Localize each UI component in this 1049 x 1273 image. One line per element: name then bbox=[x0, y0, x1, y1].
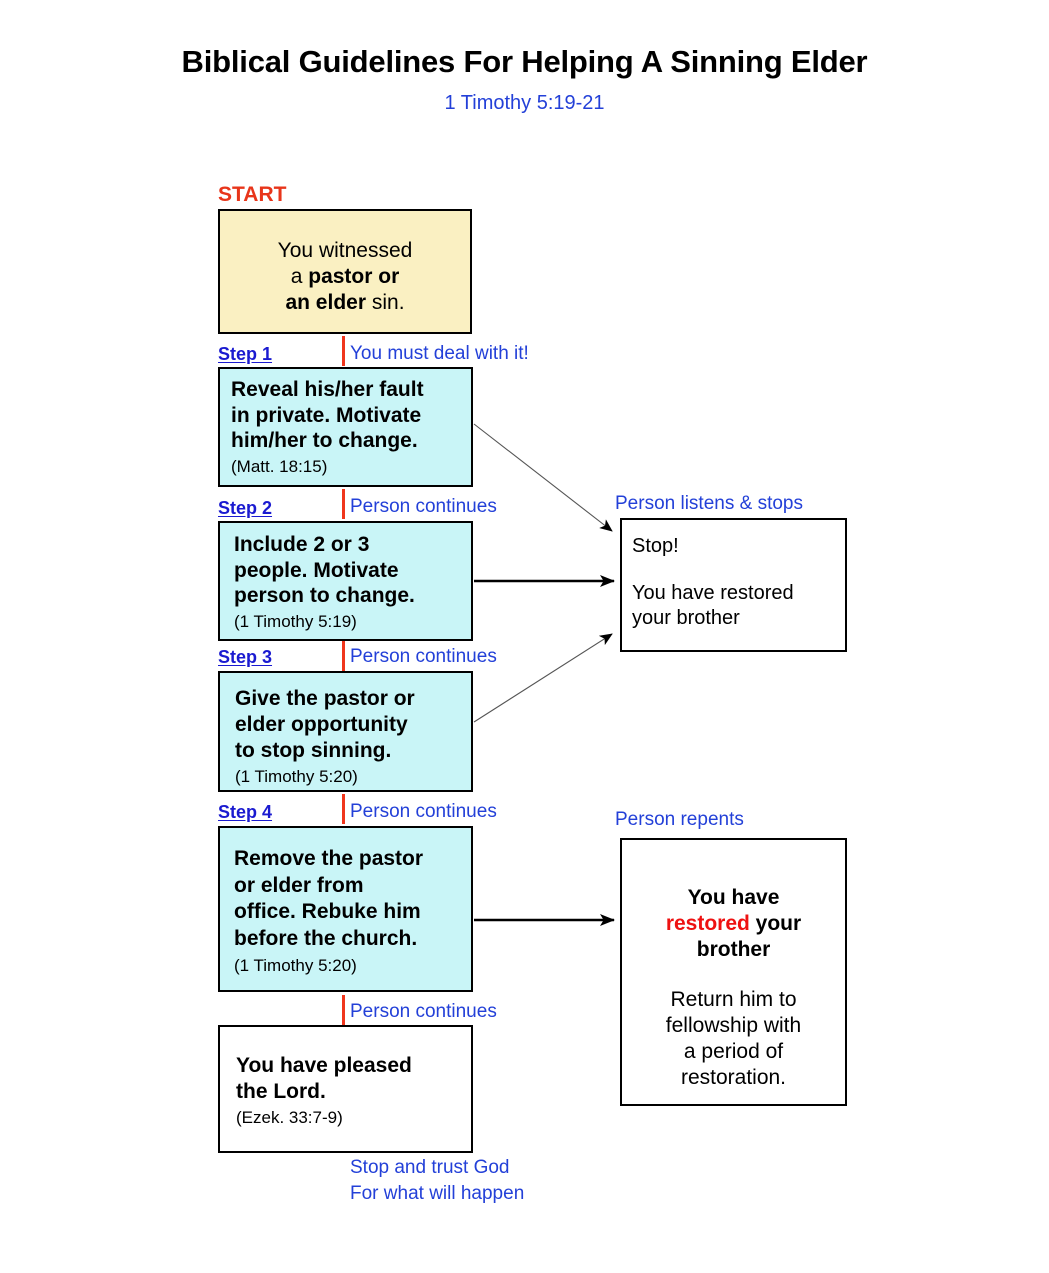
start-label: START bbox=[218, 183, 287, 206]
edge-label-listens-stops: Person listens & stops bbox=[615, 493, 803, 514]
step2-box[interactable]: Include 2 or 3 people. Motivate person t… bbox=[218, 521, 473, 641]
step4-box-text: Remove the pastor or elder from office. … bbox=[234, 847, 424, 950]
edge-label-continues-3: Person continues bbox=[350, 801, 497, 822]
restored-box-body: Return him to fellowship with a period o… bbox=[665, 988, 802, 1089]
step1-label: Step 1 bbox=[218, 344, 273, 364]
start-box-line2: a pastor or bbox=[290, 265, 400, 288]
step2-box-reference: (1 Timothy 5:19) bbox=[234, 611, 357, 631]
restored-box[interactable]: You have restored your brother Return hi… bbox=[620, 838, 847, 1106]
step3-box[interactable]: Give the pastor or elder opportunity to … bbox=[218, 671, 473, 792]
step4-label: Step 4 bbox=[218, 802, 273, 822]
page-title: Biblical Guidelines For Helping A Sinnin… bbox=[181, 44, 868, 79]
step1-box-reference: (Matt. 18:15) bbox=[231, 456, 328, 476]
connector-step4-to-final bbox=[342, 995, 345, 1025]
final-box-text: You have pleased the Lord. bbox=[236, 1054, 412, 1103]
edge-label-repents: Person repents bbox=[615, 809, 744, 830]
final-box[interactable]: You have pleased the Lord. (Ezek. 33:7-9… bbox=[218, 1025, 473, 1153]
step1-box[interactable]: Reveal his/her fault in private. Motivat… bbox=[218, 367, 473, 487]
step3-label: Step 3 bbox=[218, 647, 273, 667]
edge-label-continues-4: Person continues bbox=[350, 1001, 497, 1022]
edge-label-continues-1: Person continues bbox=[350, 496, 497, 517]
connector-step2-to-step3 bbox=[342, 641, 345, 671]
footer-line-1: Stop and trust God bbox=[350, 1157, 510, 1178]
final-box-reference: (Ezek. 33:7-9) bbox=[236, 1108, 343, 1127]
connector-step1-to-step2 bbox=[342, 489, 345, 519]
step2-label: Step 2 bbox=[218, 498, 273, 518]
restored-box-headline: You have restored your brother bbox=[665, 886, 802, 961]
arrow-overlay bbox=[473, 423, 615, 926]
edge-label-deal-with-it: You must deal with it! bbox=[350, 343, 529, 364]
stop-box[interactable]: Stop! You have restored your brother bbox=[620, 518, 847, 652]
step2-box-text: Include 2 or 3 people. Motivate person t… bbox=[234, 533, 415, 607]
stop-box-line1: Stop! bbox=[632, 535, 679, 557]
connector-step3-to-step4 bbox=[342, 794, 345, 824]
step3-box-reference: (1 Timothy 5:20) bbox=[235, 767, 358, 786]
step1-box-text: Reveal his/her fault in private. Motivat… bbox=[231, 378, 424, 452]
step4-box[interactable]: Remove the pastor or elder from office. … bbox=[218, 826, 473, 992]
flowchart-canvas: Biblical Guidelines For Helping A Sinnin… bbox=[0, 0, 1049, 1273]
page-subtitle: 1 Timothy 5:19-21 bbox=[444, 92, 605, 114]
step3-box-text: Give the pastor or elder opportunity to … bbox=[235, 687, 415, 762]
footer-line-2: For what will happen bbox=[350, 1183, 525, 1204]
edge-label-continues-2: Person continues bbox=[350, 646, 497, 667]
start-box-line3: an elder sin. bbox=[285, 291, 405, 314]
stop-box-line2: You have restored your brother bbox=[632, 582, 794, 629]
connector-start-to-step1 bbox=[342, 336, 345, 366]
start-box-line1: You witnessed bbox=[277, 239, 413, 262]
step4-box-reference: (1 Timothy 5:20) bbox=[234, 956, 357, 975]
start-box[interactable]: You witnessed a pastor or an elder sin. bbox=[218, 209, 472, 334]
